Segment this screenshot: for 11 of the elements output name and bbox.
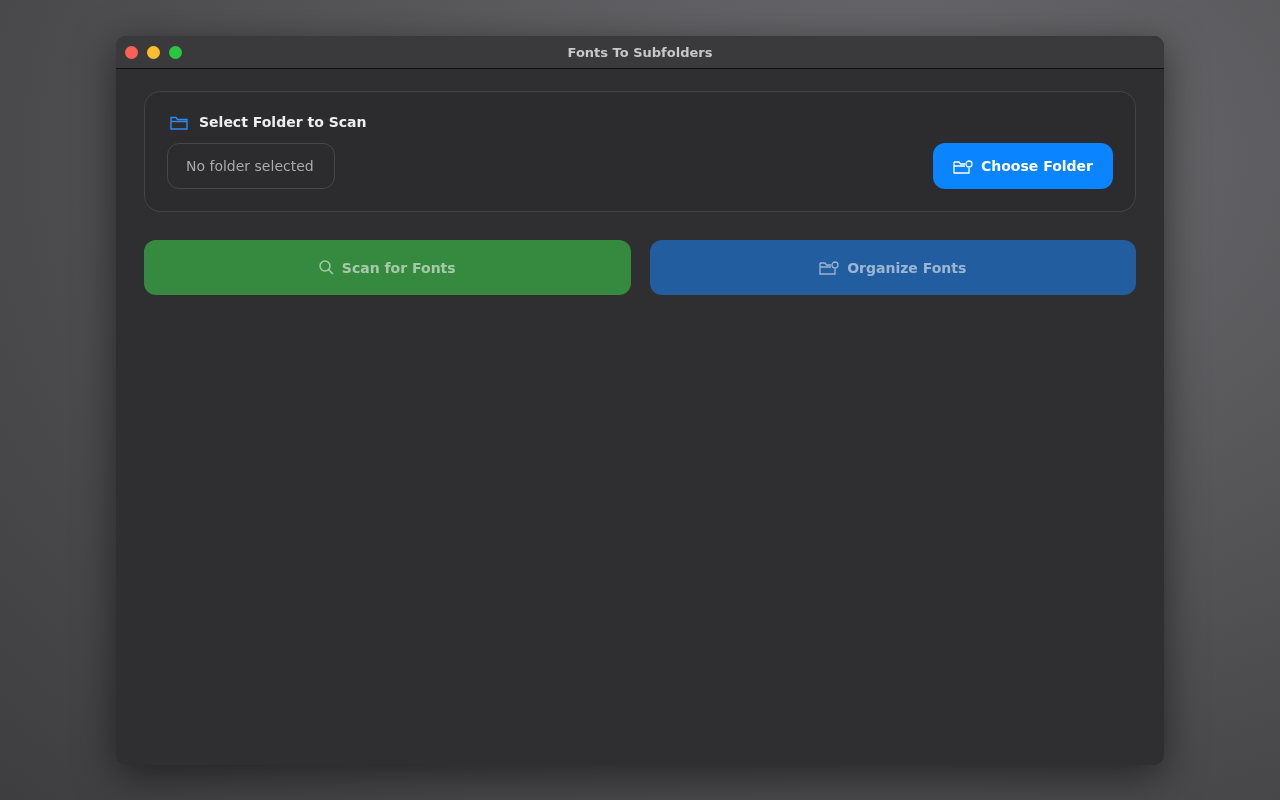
window-title: Fonts To Subfolders — [567, 44, 713, 60]
close-button[interactable] — [125, 45, 138, 59]
folder-path-field[interactable]: No folder selected — [167, 143, 335, 189]
choose-folder-button[interactable]: Choose Folder — [933, 143, 1113, 189]
folder-badge-icon — [953, 158, 973, 174]
minimize-button[interactable] — [147, 45, 160, 59]
zoom-button[interactable] — [169, 45, 182, 59]
section-heading: Select Folder to Scan — [199, 114, 367, 130]
search-icon — [318, 260, 334, 275]
folder-icon — [170, 114, 188, 130]
folder-badge-icon — [819, 260, 840, 275]
